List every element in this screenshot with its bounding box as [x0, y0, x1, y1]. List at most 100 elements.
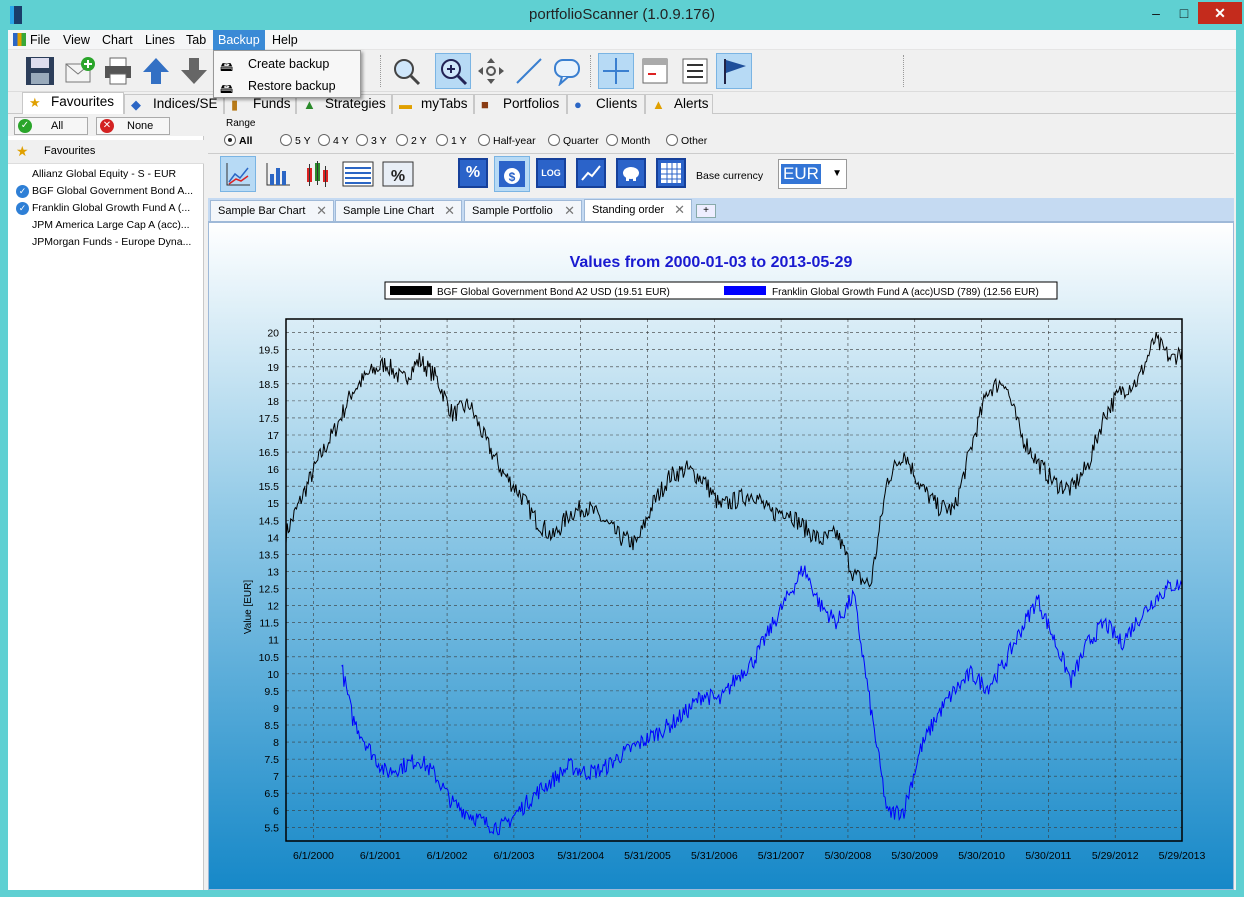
save-icon[interactable] [22, 53, 58, 89]
y-tick-label: 13.5 [259, 549, 280, 561]
menu-tab[interactable]: Tab [181, 30, 211, 50]
y-tick-label: 20 [267, 328, 279, 340]
main-window: portfolioScanner (1.0.9.176) – □ ✕ File … [0, 0, 1244, 897]
y-tick-label: 17 [267, 430, 279, 442]
candlestick-icon[interactable] [300, 156, 336, 192]
piggy-bank-icon[interactable] [616, 158, 646, 188]
favourites-header-label: Favourites [44, 145, 96, 157]
y-tick-label: 13 [267, 566, 279, 578]
tab-favourites[interactable]: ★ Favourites [22, 92, 124, 114]
print-icon[interactable] [100, 53, 136, 89]
select-all-button[interactable]: ✓ All [14, 117, 88, 135]
crosshair-icon[interactable] [598, 53, 634, 89]
calendar-icon[interactable] [637, 53, 673, 89]
flag-icon[interactable] [716, 53, 752, 89]
minimize-button[interactable]: – [1142, 2, 1170, 24]
select-none-button[interactable]: ✕ None [96, 117, 170, 135]
menu-chart[interactable]: Chart [97, 30, 138, 50]
list-item[interactable]: Allianz Global Equity - S - EUR [8, 166, 204, 183]
title-bar[interactable]: portfolioScanner (1.0.9.176) – □ ✕ [0, 0, 1244, 30]
tab-indices[interactable]: ◆ Indices/SE [124, 94, 224, 114]
y-tick-label: 8.5 [264, 720, 279, 732]
menu-file[interactable]: File [10, 30, 55, 50]
line-chart-icon[interactable] [220, 156, 256, 192]
email-add-icon[interactable] [62, 53, 98, 89]
legend-entry: BGF Global Government Bond A2 USD (19.51… [437, 287, 670, 298]
close-icon[interactable]: ✕ [564, 201, 575, 221]
range-radio-5y[interactable]: 5 Y [280, 134, 311, 148]
favourites-header[interactable]: ★ Favourites [8, 140, 204, 164]
base-currency-select[interactable]: EUR ▼ [778, 159, 847, 189]
range-radio-quarter[interactable]: Quarter [548, 134, 599, 148]
radio-dot [280, 134, 292, 147]
tab-clients[interactable]: ● Clients [567, 94, 645, 114]
list-item[interactable]: JPM America Large Cap A (acc)... [8, 217, 204, 234]
list-item[interactable]: JPMorgan Funds - Europe Dyna... [8, 234, 204, 251]
main-tab-bar: ★ Favourites ◆ Indices/SE ▮ Funds ▲ Strategi… [8, 92, 1236, 114]
tab-alerts[interactable]: ▲ Alerts [645, 94, 713, 114]
chart-tab[interactable]: Sample Bar Chart ✕ [210, 200, 334, 222]
pan-icon[interactable] [473, 53, 509, 89]
close-icon[interactable]: ✕ [444, 201, 455, 221]
arrow-up-icon[interactable] [138, 53, 174, 89]
tab-mytabs[interactable]: ▬ myTabs [392, 94, 474, 114]
create-backup-label: Create backup [248, 57, 330, 71]
range-radio-4y[interactable]: 4 Y [318, 134, 349, 148]
range-radio-3y[interactable]: 3 Y [356, 134, 387, 148]
log-scale-button[interactable]: LOG [536, 158, 566, 188]
x-tick-label: 5/31/2007 [758, 850, 805, 862]
line-draw-icon[interactable] [511, 53, 547, 89]
create-backup-item[interactable]: 🖴 Create backup [214, 53, 360, 75]
close-icon[interactable]: ✕ [316, 201, 327, 221]
list-item[interactable]: ✓ BGF Global Government Bond A... [8, 183, 204, 200]
calendar-grid-icon[interactable] [656, 158, 686, 188]
list-item-label: JPM America Large Cap A (acc)... [32, 219, 190, 231]
x-tick-label: 5/29/2012 [1092, 850, 1139, 862]
y-tick-label: 11 [268, 635, 279, 647]
chevron-down-icon: ▼ [832, 168, 842, 179]
strategies-icon: ▲ [303, 97, 316, 112]
menu-backup[interactable]: Backup [213, 30, 265, 50]
menu-help[interactable]: Help [267, 30, 303, 50]
index-icon: ◆ [131, 97, 141, 112]
y-tick-label: 10.5 [259, 652, 280, 664]
chart-tab[interactable]: Sample Line Chart ✕ [335, 200, 462, 222]
range-radio-2y[interactable]: 2 Y [396, 134, 427, 148]
checked-icon: ✓ [16, 185, 29, 198]
comment-icon[interactable] [549, 53, 585, 89]
percent-table-icon[interactable]: % [380, 156, 416, 192]
range-radio-all[interactable]: All [224, 134, 252, 148]
chart-legend: BGF Global Government Bond A2 USD (19.51… [384, 281, 1058, 300]
range-radio-1y[interactable]: 1 Y [436, 134, 467, 148]
chart-tab[interactable]: Sample Portfolio ✕ [464, 200, 582, 222]
menu-view[interactable]: View [58, 30, 95, 50]
range-radio-other[interactable]: Other [666, 134, 707, 148]
close-icon[interactable]: ✕ [674, 200, 685, 220]
y-tick-label: 9.5 [264, 686, 279, 698]
tab-portfolios[interactable]: ■ Portfolios [474, 94, 567, 114]
zoom-in-icon[interactable] [435, 53, 471, 89]
x-tick-label: 5/30/2009 [891, 850, 938, 862]
menu-lines[interactable]: Lines [140, 30, 180, 50]
zoom-icon[interactable] [388, 53, 424, 89]
currency-bag-icon[interactable]: $ [494, 156, 530, 192]
range-radio-month[interactable]: Month [606, 134, 650, 148]
x-tick-label: 6/1/2003 [493, 850, 534, 862]
close-button[interactable]: ✕ [1198, 2, 1242, 24]
restore-backup-item[interactable]: 🖴 Restore backup [214, 75, 360, 97]
trend-icon[interactable] [576, 158, 606, 188]
add-tab-button[interactable]: + [696, 204, 716, 218]
list-item[interactable]: ✓ Franklin Global Growth Fund A (... [8, 200, 204, 217]
bar-chart-icon[interactable] [260, 156, 296, 192]
x-tick-label: 6/1/2000 [293, 850, 334, 862]
range-radio-half-year[interactable]: Half-year [478, 134, 536, 148]
maximize-button[interactable]: □ [1170, 2, 1198, 24]
arrow-down-icon[interactable] [176, 53, 212, 89]
percent-button[interactable]: % [458, 158, 488, 188]
base-currency-label: Base currency [696, 170, 764, 182]
chart-area: Values from 2000-01-03 to 2013-05-29 BGF… [208, 222, 1234, 890]
radio-label: All [239, 135, 253, 147]
table-icon[interactable] [340, 156, 376, 192]
chart-tab-selected[interactable]: Standing order ✕ [584, 199, 692, 222]
list-icon[interactable] [677, 53, 713, 89]
